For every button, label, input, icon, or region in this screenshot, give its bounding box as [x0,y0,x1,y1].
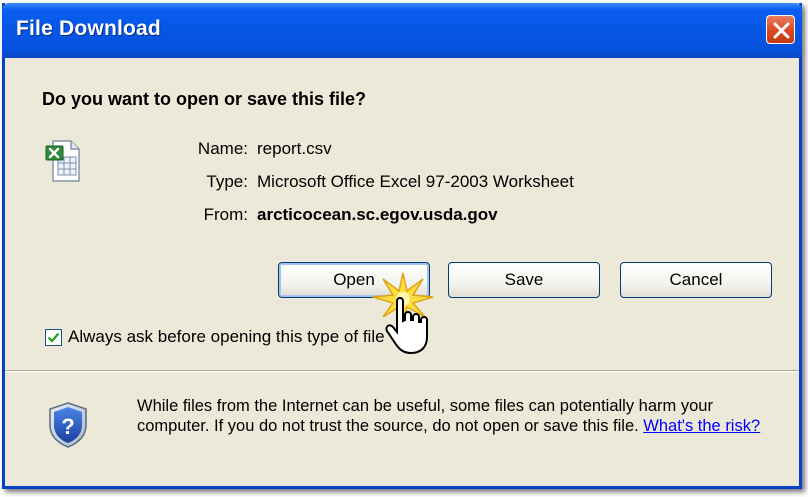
file-name: report.csv [257,139,332,158]
always-ask-checkbox[interactable] [45,328,62,346]
close-icon [773,22,790,39]
warning-text: While files from the Internet can be use… [137,397,713,435]
svg-text:?: ? [61,414,74,439]
type-label: Type: [206,172,248,191]
excel-file-icon [45,140,80,182]
security-shield-question-icon: ? [49,402,87,448]
file-type: Microsoft Office Excel 97-2003 Worksheet [257,172,574,191]
save-button[interactable]: Save [448,262,600,298]
dialog-question: Do you want to open or save this file? [42,89,367,109]
always-ask-option[interactable]: Always ask before opening this type of f… [45,327,385,347]
cancel-button[interactable]: Cancel [620,262,772,298]
divider [5,370,799,372]
file-source: arcticocean.sc.egov.usda.gov [257,205,498,224]
whats-the-risk-link[interactable]: What's the risk? [643,417,760,435]
file-download-dialog: File Download Do you want to open or sav… [2,3,802,489]
open-button[interactable]: Open [278,262,430,298]
title-bar[interactable]: File Download [2,3,802,58]
checkmark-icon [47,332,60,343]
always-ask-label: Always ask before opening this type of f… [68,327,385,346]
dialog-title: File Download [16,17,161,40]
from-label: From: [203,205,248,224]
name-label: Name: [197,139,248,158]
warning-message: While files from the Internet can be use… [137,396,777,436]
close-button[interactable] [766,15,795,44]
